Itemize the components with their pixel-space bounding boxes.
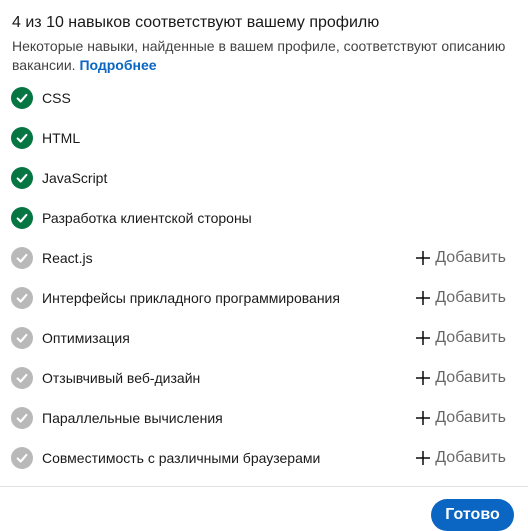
done-button[interactable]: Готово — [431, 499, 514, 531]
plus-icon — [416, 291, 431, 305]
skill-item: Параллельные вычисления Добавить — [0, 398, 528, 438]
checkmark-icon — [11, 407, 33, 429]
add-label: Добавить — [435, 449, 506, 466]
checkmark-icon — [11, 127, 33, 149]
add-label: Добавить — [435, 409, 506, 426]
dialog-header: 4 из 10 навыков соответствуют вашему про… — [12, 12, 512, 75]
skill-label: React.js — [42, 250, 93, 266]
skill-label: Параллельные вычисления — [42, 410, 223, 426]
plus-icon — [416, 411, 431, 425]
add-skill-button[interactable]: Добавить — [416, 327, 506, 349]
skill-item: Разработка клиентской стороны — [0, 198, 528, 238]
skill-label: JavaScript — [42, 170, 108, 186]
skills-match-dialog: 4 из 10 навыков соответствуют вашему про… — [0, 0, 528, 531]
add-label: Добавить — [435, 369, 506, 386]
skill-label: CSS — [42, 90, 71, 106]
add-skill-button[interactable]: Добавить — [416, 407, 506, 429]
plus-icon — [416, 331, 431, 345]
skill-item: Совместимость с различными браузерами До… — [0, 438, 528, 478]
checkmark-icon — [11, 287, 33, 309]
skill-label: Совместимость с различными браузерами — [42, 450, 321, 466]
add-skill-button[interactable]: Добавить — [416, 447, 506, 469]
skill-label: HTML — [42, 130, 81, 146]
add-label: Добавить — [435, 329, 506, 346]
skill-item: React.js Добавить — [0, 238, 528, 278]
skill-item: JavaScript — [0, 158, 528, 198]
add-label: Добавить — [435, 249, 506, 266]
checkmark-icon — [11, 327, 33, 349]
skill-label: Разработка клиентской стороны — [42, 210, 252, 226]
skill-label: Оптимизация — [42, 330, 130, 346]
plus-icon — [416, 251, 431, 265]
plus-icon — [416, 451, 431, 465]
checkmark-icon — [11, 167, 33, 189]
plus-icon — [416, 371, 431, 385]
add-skill-button[interactable]: Добавить — [416, 287, 506, 309]
skill-label: Отзывчивый веб-дизайн — [42, 370, 201, 386]
add-skill-button[interactable]: Добавить — [416, 247, 506, 269]
add-skill-button[interactable]: Добавить — [416, 367, 506, 389]
skill-item: Оптимизация Добавить — [0, 318, 528, 358]
skill-item: CSS — [0, 78, 528, 118]
learn-more-link[interactable]: Подробнее — [79, 57, 156, 73]
checkmark-icon — [11, 247, 33, 269]
dialog-subtitle: Некоторые навыки, найденные в вашем проф… — [12, 37, 512, 75]
checkmark-icon — [11, 367, 33, 389]
skill-label: Интерфейсы прикладного программирования — [42, 290, 340, 306]
skill-item: Интерфейсы прикладного программирования … — [0, 278, 528, 318]
checkmark-icon — [11, 447, 33, 469]
checkmark-icon — [11, 87, 33, 109]
dialog-footer: Готово — [0, 486, 528, 531]
dialog-title: 4 из 10 навыков соответствуют вашему про… — [12, 14, 380, 31]
add-label: Добавить — [435, 289, 506, 306]
checkmark-icon — [11, 207, 33, 229]
skill-item: Отзывчивый веб-дизайн Добавить — [0, 358, 528, 398]
skill-item: HTML — [0, 118, 528, 158]
skills-list: CSS HTML JavaScript Разработка клиентско… — [0, 78, 528, 478]
